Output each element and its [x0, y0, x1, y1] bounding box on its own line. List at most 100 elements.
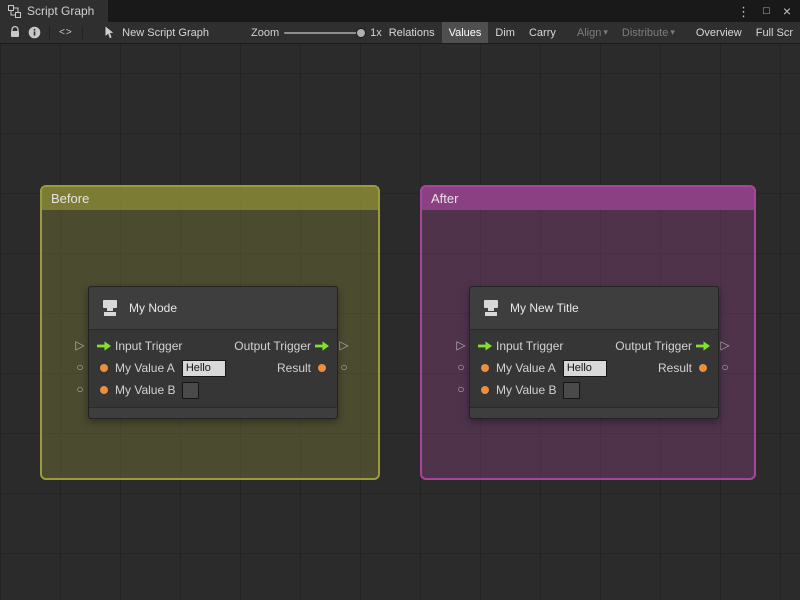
value-b-row: My Value B — [89, 379, 337, 401]
external-value-b-port[interactable]: ○ — [72, 382, 88, 396]
value-a-port[interactable] — [476, 364, 494, 372]
external-value-b-port[interactable]: ○ — [453, 382, 469, 396]
node-footer — [89, 407, 337, 418]
carry-button[interactable]: Carry — [522, 22, 563, 43]
zoom-label: Zoom — [250, 26, 280, 39]
value-a-row: My Value A Result — [89, 357, 337, 379]
dropdown-arrow-icon: ▾ — [603, 27, 608, 37]
input-trigger-label: Input Trigger — [496, 339, 564, 353]
group-after[interactable]: After ▷ ○ ○ ▷ ○ My New Title Input Trigg… — [420, 185, 756, 480]
value-a-label: My Value A — [115, 361, 175, 375]
toolbar-separator — [48, 26, 50, 39]
overview-button[interactable]: Overview — [689, 22, 749, 43]
output-trigger-label: Output Trigger — [234, 339, 311, 353]
dropdown-arrow-icon: ▾ — [670, 27, 675, 37]
result-port[interactable] — [313, 364, 331, 372]
value-b-input[interactable] — [563, 381, 581, 399]
toolbar-separator — [82, 26, 84, 39]
unity-script-graph-window: Script Graph ⋮ □ × <> New Script Graph Z… — [0, 0, 800, 600]
info-icon[interactable] — [25, 24, 44, 42]
code-icon[interactable]: <> — [55, 24, 78, 42]
value-a-row: My Value A Result — [470, 357, 718, 379]
value-b-label: My Value B — [496, 383, 557, 397]
node-area: ▷ ○ ○ ▷ ○ My New Title Input Trigger Out… — [453, 286, 733, 419]
node-ports: Input Trigger Output Trigger My Value A — [89, 330, 337, 405]
node-before[interactable]: My Node Input Trigger Output Trigger My … — [88, 286, 338, 419]
node-area: ▷ ○ ○ ▷ ○ My Node Input Trigger Output T… — [72, 286, 352, 419]
value-port-icon — [699, 364, 707, 372]
value-a-input[interactable] — [181, 359, 226, 377]
external-output-trigger-port[interactable]: ▷ — [336, 338, 352, 352]
graph-toolbar: <> New Script Graph Zoom 1x Relations Va… — [0, 22, 800, 44]
window-close-icon[interactable]: × — [783, 4, 791, 18]
value-port-icon — [100, 386, 108, 394]
result-label: Result — [276, 361, 311, 375]
value-port-icon — [318, 364, 326, 372]
lock-icon[interactable] — [6, 24, 25, 42]
group-after-title: After — [431, 191, 459, 206]
external-value-a-port[interactable]: ○ — [453, 360, 469, 374]
align-button-label: Align — [576, 26, 602, 39]
node-footer — [470, 407, 718, 418]
tab-title: Script Graph — [27, 4, 95, 18]
input-trigger-port[interactable] — [95, 341, 113, 351]
input-trigger-port[interactable] — [476, 341, 494, 351]
graph-pointer-icon — [104, 26, 116, 39]
toolbar-gap — [682, 22, 689, 43]
external-input-trigger-port[interactable]: ▷ — [453, 338, 469, 352]
value-b-port[interactable] — [95, 386, 113, 394]
node-icon — [99, 297, 121, 319]
node-after[interactable]: My New Title Input Trigger Output Trigge… — [469, 286, 719, 419]
external-result-port[interactable]: ○ — [336, 360, 352, 374]
window-menu-icon[interactable]: ⋮ — [737, 5, 750, 18]
output-trigger-port[interactable] — [694, 341, 712, 351]
node-header[interactable]: My New Title — [470, 287, 718, 330]
distribute-button-label: Distribute — [621, 26, 669, 39]
node-title: My New Title — [510, 301, 579, 315]
result-port[interactable] — [694, 364, 712, 372]
group-before-header[interactable]: Before — [42, 187, 378, 210]
value-port-icon — [481, 364, 489, 372]
value-a-port[interactable] — [95, 364, 113, 372]
node-ports: Input Trigger Output Trigger My Value A — [470, 330, 718, 405]
value-b-input[interactable] — [182, 381, 200, 399]
graph-name-label: New Script Graph — [122, 26, 209, 39]
value-a-label: My Value A — [496, 361, 556, 375]
external-input-trigger-port[interactable]: ▷ — [72, 338, 88, 352]
group-before[interactable]: Before ▷ ○ ○ ▷ ○ My Node Input Trigger O… — [40, 185, 380, 480]
dim-button[interactable]: Dim — [488, 22, 522, 43]
value-port-icon — [100, 364, 108, 372]
output-trigger-label: Output Trigger — [615, 339, 692, 353]
relations-button[interactable]: Relations — [382, 22, 442, 43]
align-button[interactable]: Align ▾ — [570, 22, 615, 43]
zoom-value: 1x — [370, 26, 382, 39]
value-b-port[interactable] — [476, 386, 494, 394]
node-icon — [480, 297, 502, 319]
window-maximize-icon[interactable]: □ — [763, 5, 770, 17]
graph-name-button[interactable]: New Script Graph — [104, 26, 209, 39]
zoom-slider-knob[interactable] — [356, 27, 367, 38]
tab-script-graph[interactable]: Script Graph — [0, 0, 109, 22]
output-trigger-port[interactable] — [313, 341, 331, 351]
tab-bar: Script Graph ⋮ □ × — [0, 0, 800, 22]
distribute-button[interactable]: Distribute ▾ — [615, 22, 682, 43]
node-title: My Node — [129, 301, 178, 315]
toolbar-gap — [563, 22, 570, 43]
graph-canvas[interactable]: Before ▷ ○ ○ ▷ ○ My Node Input Trigger O… — [0, 44, 800, 600]
node-header[interactable]: My Node — [89, 287, 337, 330]
window-controls: ⋮ □ × — [737, 0, 800, 22]
value-a-input[interactable] — [562, 359, 607, 377]
group-after-header[interactable]: After — [422, 187, 754, 210]
value-b-row: My Value B — [470, 379, 718, 401]
value-port-icon — [481, 386, 489, 394]
fullscreen-button[interactable]: Full Scr — [749, 22, 800, 43]
zoom-slider[interactable] — [284, 27, 367, 39]
values-button[interactable]: Values — [441, 22, 489, 43]
result-label: Result — [657, 361, 692, 375]
input-trigger-label: Input Trigger — [115, 339, 183, 353]
trigger-row: Input Trigger Output Trigger — [470, 335, 718, 357]
toolbar-buttons: Relations Values Dim Carry Align ▾ Distr… — [382, 22, 800, 43]
external-result-port[interactable]: ○ — [717, 360, 733, 374]
external-value-a-port[interactable]: ○ — [72, 360, 88, 374]
external-output-trigger-port[interactable]: ▷ — [717, 338, 733, 352]
